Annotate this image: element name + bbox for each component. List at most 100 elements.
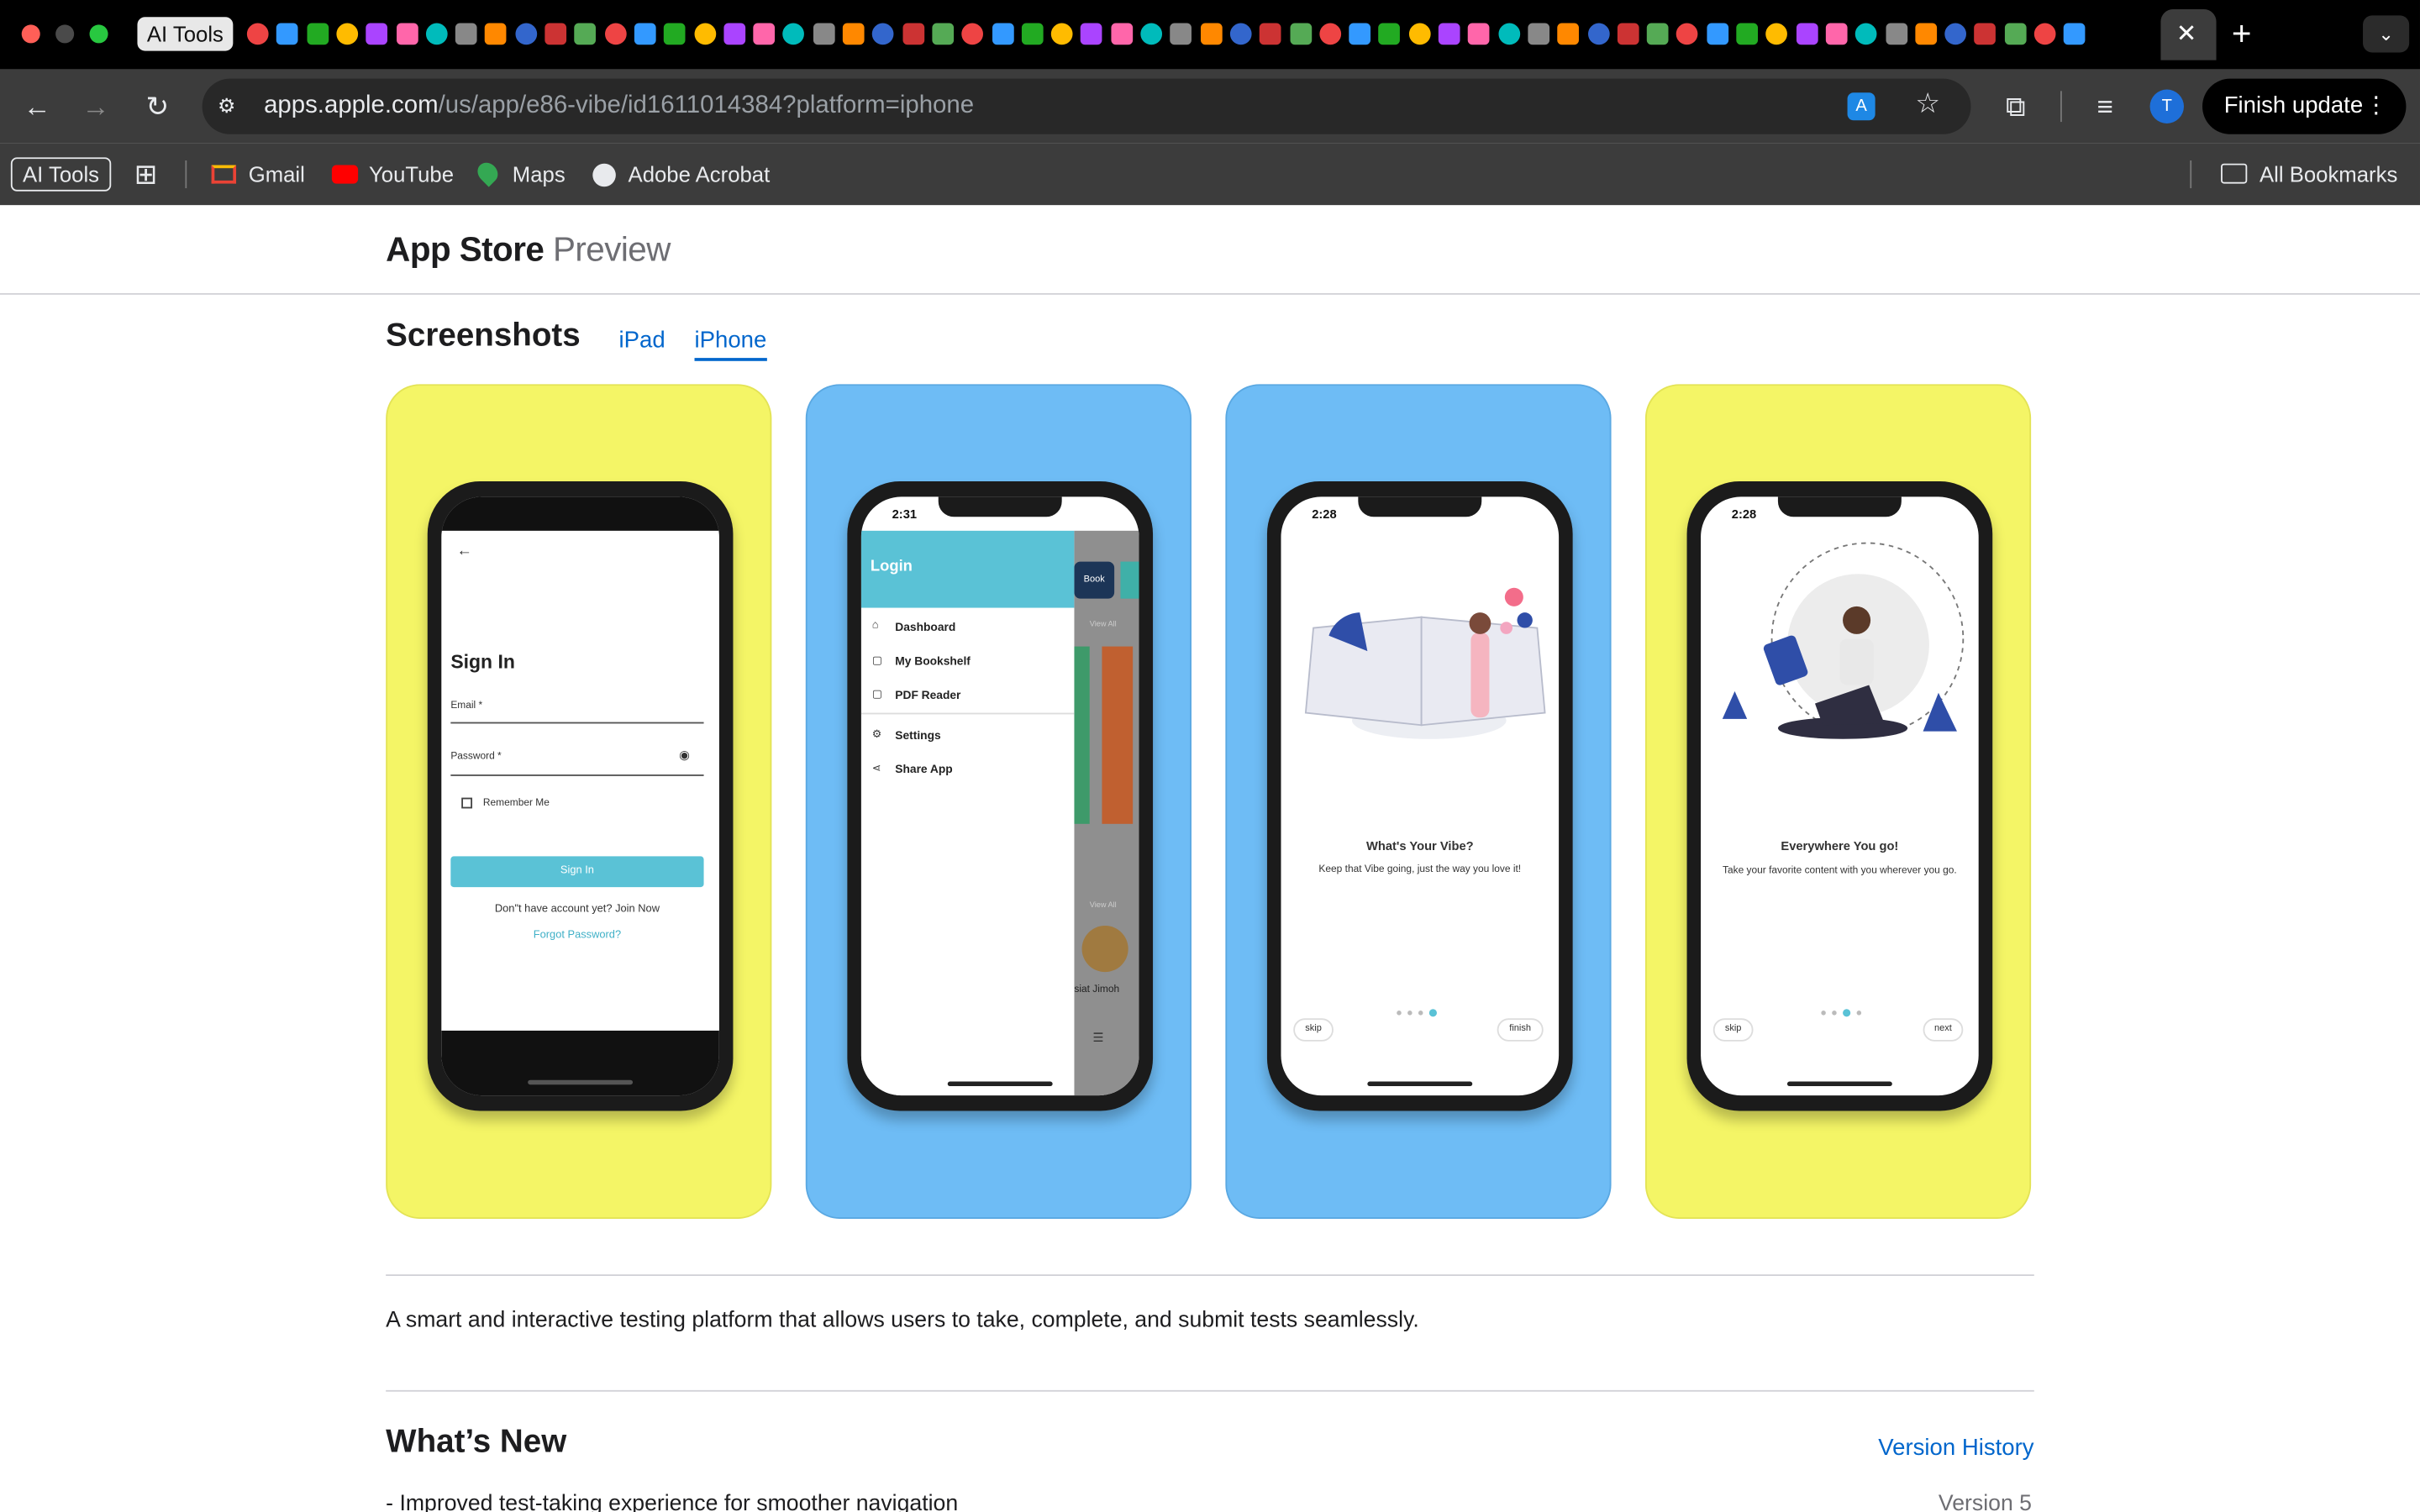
- tab-ipad[interactable]: iPad: [619, 327, 666, 353]
- pinned-tab-favicon-icon[interactable]: [1170, 23, 1192, 45]
- pinned-tab-favicon-icon[interactable]: [1706, 23, 1728, 45]
- pinned-tab-favicon-icon[interactable]: [2033, 23, 2056, 45]
- pinned-tab-favicon-icon[interactable]: [1974, 23, 1996, 45]
- pinned-tab-favicon-icon[interactable]: [1497, 23, 1520, 45]
- screenshot-card-signin[interactable]: ← Sign In Email * Password * ◉ Remember …: [386, 384, 772, 1220]
- tab-search-button[interactable]: ⌄: [2363, 15, 2410, 53]
- tab-group-ai-tools[interactable]: AI Tools: [137, 17, 234, 51]
- pinned-tab-favicon-icon[interactable]: [396, 23, 418, 45]
- close-tab-icon[interactable]: ✕: [2176, 18, 2197, 50]
- pinned-tab-favicon-icon[interactable]: [664, 23, 686, 45]
- pinned-tab-favicon-icon[interactable]: [1140, 23, 1163, 45]
- pinned-tab-favicon-icon[interactable]: [366, 23, 388, 45]
- pinned-tab-favicon-icon[interactable]: [455, 23, 477, 45]
- more-menu-icon[interactable]: ⋮: [2365, 79, 2388, 134]
- pinned-tab-favicon-icon[interactable]: [1319, 23, 1341, 45]
- screenshot-card-drawer[interactable]: 2:31 Book View All View All siat Jimoh ☰…: [805, 384, 1192, 1220]
- pinned-tab-favicon-icon[interactable]: [872, 23, 895, 45]
- pinned-tab-favicon-icon[interactable]: [1796, 23, 1818, 45]
- screenshot-card-onboard-everywhere[interactable]: 2:28 Everywhere You go! Take your favori…: [1644, 384, 2032, 1220]
- pinned-tab-favicon-icon[interactable]: [1855, 23, 1877, 45]
- pinned-tab-favicon-icon[interactable]: [932, 23, 954, 45]
- minimize-window-button[interactable]: [55, 24, 75, 44]
- site-info-icon[interactable]: ⚙: [218, 94, 242, 118]
- pinned-tab-favicon-icon[interactable]: [1349, 23, 1371, 45]
- pinned-tab-favicon-icon[interactable]: [514, 23, 537, 45]
- pinned-tab-favicon-icon[interactable]: [2004, 23, 2027, 45]
- pinned-tab-favicon-icon[interactable]: [1676, 23, 1699, 45]
- pinned-tab-favicon-icon[interactable]: [1021, 23, 1044, 45]
- pinned-tab-favicon-icon[interactable]: [544, 23, 567, 45]
- pinned-tab-favicon-icon[interactable]: [1557, 23, 1580, 45]
- pinned-tab-favicon-icon[interactable]: [1229, 23, 1252, 45]
- pinned-tab-favicon-icon[interactable]: [902, 23, 924, 45]
- zoom-window-button[interactable]: [89, 24, 108, 44]
- pinned-tab-favicon-icon[interactable]: [425, 23, 448, 45]
- pinned-tab-favicon-icon[interactable]: [1289, 23, 1312, 45]
- bookmark-youtube[interactable]: YouTube: [369, 162, 454, 186]
- pinned-tab-favicon-icon[interactable]: [574, 23, 597, 45]
- active-tab[interactable]: ✕: [2160, 9, 2217, 60]
- pinned-tab-favicon-icon[interactable]: [1050, 23, 1073, 45]
- pinned-tab-favicon-icon[interactable]: [306, 23, 329, 45]
- pinned-tab-favicon-icon[interactable]: [1915, 23, 1937, 45]
- address-bar[interactable]: ⚙ apps.apple.com/us/app/e86-vibe/id16110…: [202, 78, 1971, 134]
- reload-icon[interactable]: ↻: [139, 88, 176, 125]
- pinned-tab-favicon-icon[interactable]: [2064, 23, 2086, 45]
- pinned-tab-favicon-icon[interactable]: [1438, 23, 1460, 45]
- pinned-tab-favicon-icon[interactable]: [813, 23, 835, 45]
- bookmark-ai-tools[interactable]: AI Tools: [10, 157, 112, 192]
- extensions-icon[interactable]: ⧉: [1997, 88, 2034, 125]
- pinned-tab-favicon-icon[interactable]: [276, 23, 299, 45]
- pinned-tab-favicon-icon[interactable]: [1765, 23, 1788, 45]
- bookmark-adobe-acrobat[interactable]: Adobe Acrobat: [629, 162, 771, 186]
- pinned-tab-favicon-icon[interactable]: [1825, 23, 1848, 45]
- pinned-tab-favicon-icon[interactable]: [1587, 23, 1609, 45]
- apps-grid-icon[interactable]: ⊞: [134, 159, 158, 192]
- pinned-tab-favicon-icon[interactable]: [1408, 23, 1431, 45]
- pinned-tab-favicon-icon[interactable]: [1468, 23, 1490, 45]
- pinned-tab-favicon-icon[interactable]: [604, 23, 626, 45]
- pinned-tab-favicon-icon[interactable]: [1110, 23, 1133, 45]
- pinned-tab-favicon-icon[interactable]: [693, 23, 716, 45]
- pinned-tab-favicon-icon[interactable]: [485, 23, 508, 45]
- pinned-tab-favicon-icon[interactable]: [1885, 23, 1907, 45]
- profile-avatar[interactable]: T: [2149, 89, 2184, 123]
- pinned-tab-favicon-icon[interactable]: [782, 23, 805, 45]
- pinned-tab-favicon-icon[interactable]: [842, 23, 865, 45]
- pinned-tab-favicon-icon[interactable]: [1646, 23, 1669, 45]
- onboard-subtitle: Keep that Vibe going, just the way you l…: [1318, 864, 1522, 875]
- pinned-tab-favicon-icon[interactable]: [634, 23, 656, 45]
- version-history-link[interactable]: Version History: [1878, 1435, 2033, 1461]
- pinned-tab-favicon-icon[interactable]: [1736, 23, 1759, 45]
- all-bookmarks[interactable]: All Bookmarks: [2260, 162, 2397, 186]
- app-store-brand[interactable]: App Store Preview: [386, 230, 671, 270]
- book-cover: [1102, 646, 1134, 824]
- pinned-tab-favicon-icon[interactable]: [1378, 23, 1401, 45]
- back-icon[interactable]: ←: [18, 88, 55, 125]
- bookmark-maps[interactable]: Maps: [513, 162, 566, 186]
- pinned-tab-favicon-icon[interactable]: [1081, 23, 1103, 45]
- pinned-tab-favicon-icon[interactable]: [1260, 23, 1281, 45]
- close-window-button[interactable]: [21, 24, 40, 44]
- media-controls-icon[interactable]: ≡: [2086, 88, 2123, 125]
- pinned-tab-favicon-icon[interactable]: [1944, 23, 1967, 45]
- pinned-tab-favicon-icon[interactable]: [1200, 23, 1222, 45]
- url-text[interactable]: apps.apple.com/us/app/e86-vibe/id1611014…: [264, 92, 974, 120]
- bookmark-gmail[interactable]: Gmail: [249, 162, 305, 186]
- tab-iphone[interactable]: iPhone: [694, 327, 767, 361]
- pinned-tab-favicon-icon[interactable]: [753, 23, 776, 45]
- finish-update-button[interactable]: Finish update ⋮: [2202, 78, 2407, 134]
- forward-icon[interactable]: →: [77, 88, 114, 125]
- new-tab-button[interactable]: +: [2232, 14, 2252, 55]
- pinned-tab-favicon-icon[interactable]: [336, 23, 358, 45]
- screenshot-card-onboard-vibe[interactable]: 2:28 What's Your Vibe? Keep that Vibe go…: [1225, 384, 1612, 1220]
- translate-icon[interactable]: A: [1847, 92, 1876, 121]
- pinned-tab-favicon-icon[interactable]: [992, 23, 1013, 45]
- pinned-tab-favicon-icon[interactable]: [1617, 23, 1639, 45]
- pinned-tab-favicon-icon[interactable]: [961, 23, 984, 45]
- bookmark-star-icon[interactable]: ☆: [1915, 88, 1940, 121]
- pinned-tab-favicon-icon[interactable]: [1528, 23, 1549, 45]
- pinned-tab-favicon-icon[interactable]: [723, 23, 745, 45]
- pinned-tab-favicon-icon[interactable]: [246, 23, 269, 45]
